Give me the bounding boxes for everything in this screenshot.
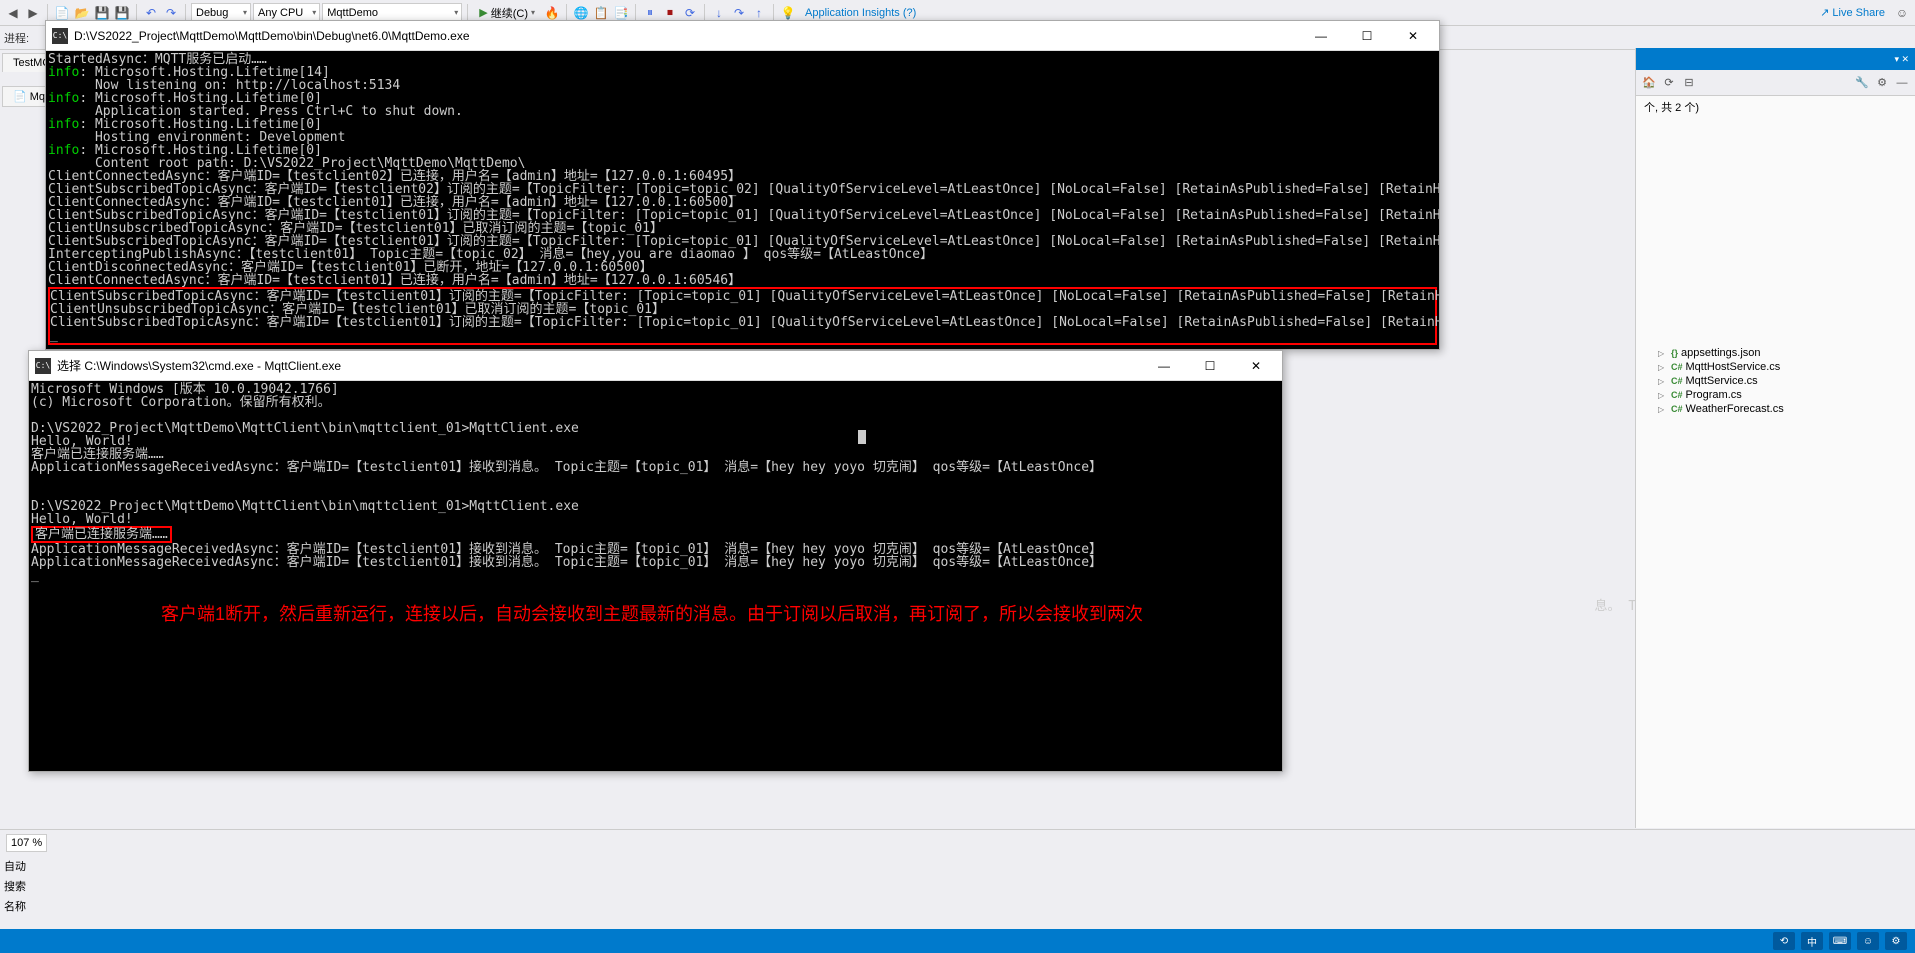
chevron-icon: ▷: [1658, 405, 1668, 414]
csharp-file-icon: C#: [1671, 362, 1683, 372]
console2-titlebar[interactable]: C:\ 选择 C:\Windows\System32\cmd.exe - Mqt…: [29, 351, 1282, 381]
csharp-file-icon: C#: [1671, 404, 1683, 414]
chevron-icon: ▷: [1658, 377, 1668, 386]
minimize-button[interactable]: —: [1301, 22, 1341, 50]
undo-icon[interactable]: ↶: [142, 4, 160, 22]
console-icon: C:\: [52, 28, 68, 44]
home-icon[interactable]: 🏠: [1640, 74, 1658, 92]
continue-label: 继续(C): [491, 5, 528, 21]
tree-file-label: Program.cs: [1686, 389, 1742, 401]
new-icon[interactable]: 📄: [53, 4, 71, 22]
chevron-icon: ▷: [1658, 391, 1668, 400]
tree-file[interactable]: ▷ C# WeatherForecast.cs: [1638, 402, 1913, 416]
search-label: 搜索: [4, 881, 26, 893]
csharp-icon: 📄: [13, 90, 27, 103]
wrench-icon[interactable]: 🔧: [1853, 74, 1871, 92]
status-bar: ⟲ 中 ⌨ ☺ ⚙: [0, 929, 1915, 953]
console2-content[interactable]: Microsoft Windows [版本 10.0.19042.1766] (…: [29, 381, 1282, 771]
console-window-server: C:\ D:\VS2022_Project\MqttDemo\MqttDemo\…: [45, 20, 1440, 350]
zoom-level[interactable]: 107 %: [6, 834, 47, 852]
solution-explorer-panel: ▾ ✕ 🏠 ⟳ ⊟ 🔧 ⚙ — 个, 共 2 个) ▷ {} appsettin…: [1635, 48, 1915, 828]
app-insights-link[interactable]: Application Insights (?): [799, 7, 922, 19]
play-icon: ▶: [479, 6, 487, 19]
minimize-button[interactable]: —: [1144, 352, 1184, 380]
solution-explorer-header: ▾ ✕: [1636, 48, 1915, 70]
step-out-icon[interactable]: ↑: [750, 4, 768, 22]
feedback-icon[interactable]: ☺: [1893, 4, 1911, 22]
console-window-client: C:\ 选择 C:\Windows\System32\cmd.exe - Mqt…: [28, 350, 1283, 772]
browser-icon[interactable]: 🌐: [572, 4, 590, 22]
bulb-icon[interactable]: 💡: [779, 4, 797, 22]
tree-file-label: appsettings.json: [1681, 347, 1761, 359]
restart-icon[interactable]: ⟳: [681, 4, 699, 22]
debug-icon-2[interactable]: 📑: [612, 4, 630, 22]
status-btn-1[interactable]: ⟲: [1773, 932, 1795, 950]
bottom-panels: 107 % 自动 搜索 名称: [0, 829, 1915, 929]
tab-auto[interactable]: 自动: [4, 861, 26, 873]
open-icon[interactable]: 📂: [73, 4, 91, 22]
status-btn-5[interactable]: ⚙: [1885, 932, 1907, 950]
step-into-icon[interactable]: ↓: [710, 4, 728, 22]
solution-explorer-toolbar: 🏠 ⟳ ⊟ 🔧 ⚙ —: [1636, 70, 1915, 96]
maximize-button[interactable]: ☐: [1347, 22, 1387, 50]
tree-file[interactable]: ▷ {} appsettings.json: [1638, 346, 1913, 360]
sync-icon[interactable]: ⟳: [1660, 74, 1678, 92]
debug-icon-1[interactable]: 📋: [592, 4, 610, 22]
save-icon[interactable]: 💾: [93, 4, 111, 22]
tree-count: 个, 共 2 个): [1644, 99, 1699, 115]
step-over-icon[interactable]: ↷: [730, 4, 748, 22]
close-button[interactable]: ✕: [1236, 352, 1276, 380]
chevron-icon: ▷: [1658, 363, 1668, 372]
tree-file[interactable]: ▷ C# MqttHostService.cs: [1638, 360, 1913, 374]
status-btn-4[interactable]: ☺: [1857, 932, 1879, 950]
solution-tree: 个, 共 2 个) ▷ {} appsettings.json ▷ C# Mqt…: [1636, 96, 1915, 418]
nav-back-icon[interactable]: ◀: [4, 4, 22, 22]
console1-title: D:\VS2022_Project\MqttDemo\MqttDemo\bin\…: [74, 29, 470, 43]
csharp-file-icon: C#: [1671, 376, 1683, 386]
name-label: 名称: [4, 901, 26, 913]
chevron-icon: ▷: [1658, 349, 1668, 358]
close-button[interactable]: ✕: [1393, 22, 1433, 50]
stop-icon[interactable]: ⏹: [661, 4, 679, 22]
collapse-icon[interactable]: ⊟: [1680, 74, 1698, 92]
properties-icon[interactable]: ⚙: [1873, 74, 1891, 92]
live-share-button[interactable]: ↗ Live Share: [1814, 6, 1891, 19]
console1-content[interactable]: StartedAsync：MQTT服务已启动…… info: Microsoft…: [46, 51, 1439, 347]
tree-file[interactable]: ▷ C# MqttService.cs: [1638, 374, 1913, 388]
hot-reload-icon[interactable]: 🔥: [543, 4, 561, 22]
console2-title: 选择 C:\Windows\System32\cmd.exe - MqttCli…: [57, 357, 341, 374]
process-label: 进程:: [4, 30, 29, 46]
toggle-icon[interactable]: —: [1893, 74, 1911, 92]
nav-fwd-icon[interactable]: ▶: [24, 4, 42, 22]
tree-file[interactable]: ▷ C# Program.cs: [1638, 388, 1913, 402]
redo-icon[interactable]: ↷: [162, 4, 180, 22]
status-btn-3[interactable]: ⌨: [1829, 932, 1851, 950]
csharp-file-icon: C#: [1671, 390, 1683, 400]
tree-count-row: 个, 共 2 个): [1638, 98, 1913, 116]
console-icon: C:\: [35, 358, 51, 374]
live-share-icon: ↗: [1820, 6, 1829, 19]
tree-file-label: MqttHostService.cs: [1686, 361, 1781, 373]
pause-icon[interactable]: ⏸: [641, 4, 659, 22]
save-all-icon[interactable]: 💾: [113, 4, 131, 22]
console1-titlebar[interactable]: C:\ D:\VS2022_Project\MqttDemo\MqttDemo\…: [46, 21, 1439, 51]
json-icon: {}: [1671, 348, 1678, 358]
tree-file-label: WeatherForecast.cs: [1686, 403, 1784, 415]
tree-file-label: MqttService.cs: [1686, 375, 1758, 387]
live-share-label: Live Share: [1832, 7, 1885, 19]
maximize-button[interactable]: ☐: [1190, 352, 1230, 380]
status-btn-2[interactable]: 中: [1801, 932, 1823, 950]
